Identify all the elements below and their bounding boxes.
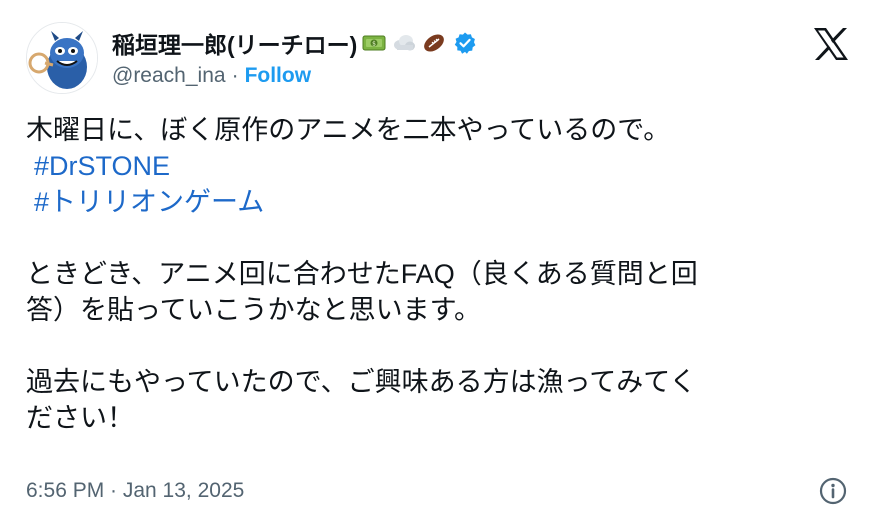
tweet-text: 木曜日に、ぼく原作のアニメを二本やっているので。 #DrSTONE #トリリオン… bbox=[26, 112, 856, 436]
tweet-timestamp[interactable]: 6:56 PM · Jan 13, 2025 bbox=[26, 476, 244, 506]
separator-dot: · bbox=[231, 64, 239, 87]
avatar-image bbox=[27, 23, 97, 93]
svg-text:$: $ bbox=[372, 41, 376, 48]
hashtag-link[interactable]: #DrSTONE bbox=[26, 148, 856, 184]
author-handle[interactable]: @reach_ina bbox=[112, 64, 226, 88]
follow-button[interactable]: Follow bbox=[245, 64, 312, 88]
tweet-line: 答）を貼っていこうかなと思います。 bbox=[26, 295, 481, 325]
tweet-line: 木曜日に、ぼく原作のアニメを二本やっているので。 bbox=[26, 115, 671, 145]
author-handle-row: @reach_ina · Follow bbox=[112, 60, 311, 92]
tweet-card: 稲垣理一郎(リーチロー) $ @reach_ina · Follow 木曜日に、… bbox=[0, 0, 878, 520]
tweet-line: 過去にもやっていたので、ご興味ある方は漁ってみてく bbox=[26, 367, 697, 397]
tweet-line: ときどき、アニメ回に合わせたFAQ（良くある質問と回 bbox=[26, 259, 698, 289]
info-icon[interactable] bbox=[818, 476, 848, 506]
author-display-name[interactable]: 稲垣理一郎(リーチロー) bbox=[112, 26, 357, 60]
money-icon: $ bbox=[361, 30, 387, 56]
verified-badge-icon bbox=[453, 31, 477, 55]
football-icon bbox=[421, 30, 447, 56]
avatar[interactable] bbox=[26, 22, 98, 94]
x-logo-icon[interactable] bbox=[812, 26, 850, 62]
hashtag-link[interactable]: #トリリオンゲーム bbox=[26, 184, 856, 220]
tweet-line: ださい！ bbox=[26, 403, 134, 433]
author-name-row: 稲垣理一郎(リーチロー) $ bbox=[112, 26, 477, 60]
cloud-icon bbox=[391, 30, 417, 56]
